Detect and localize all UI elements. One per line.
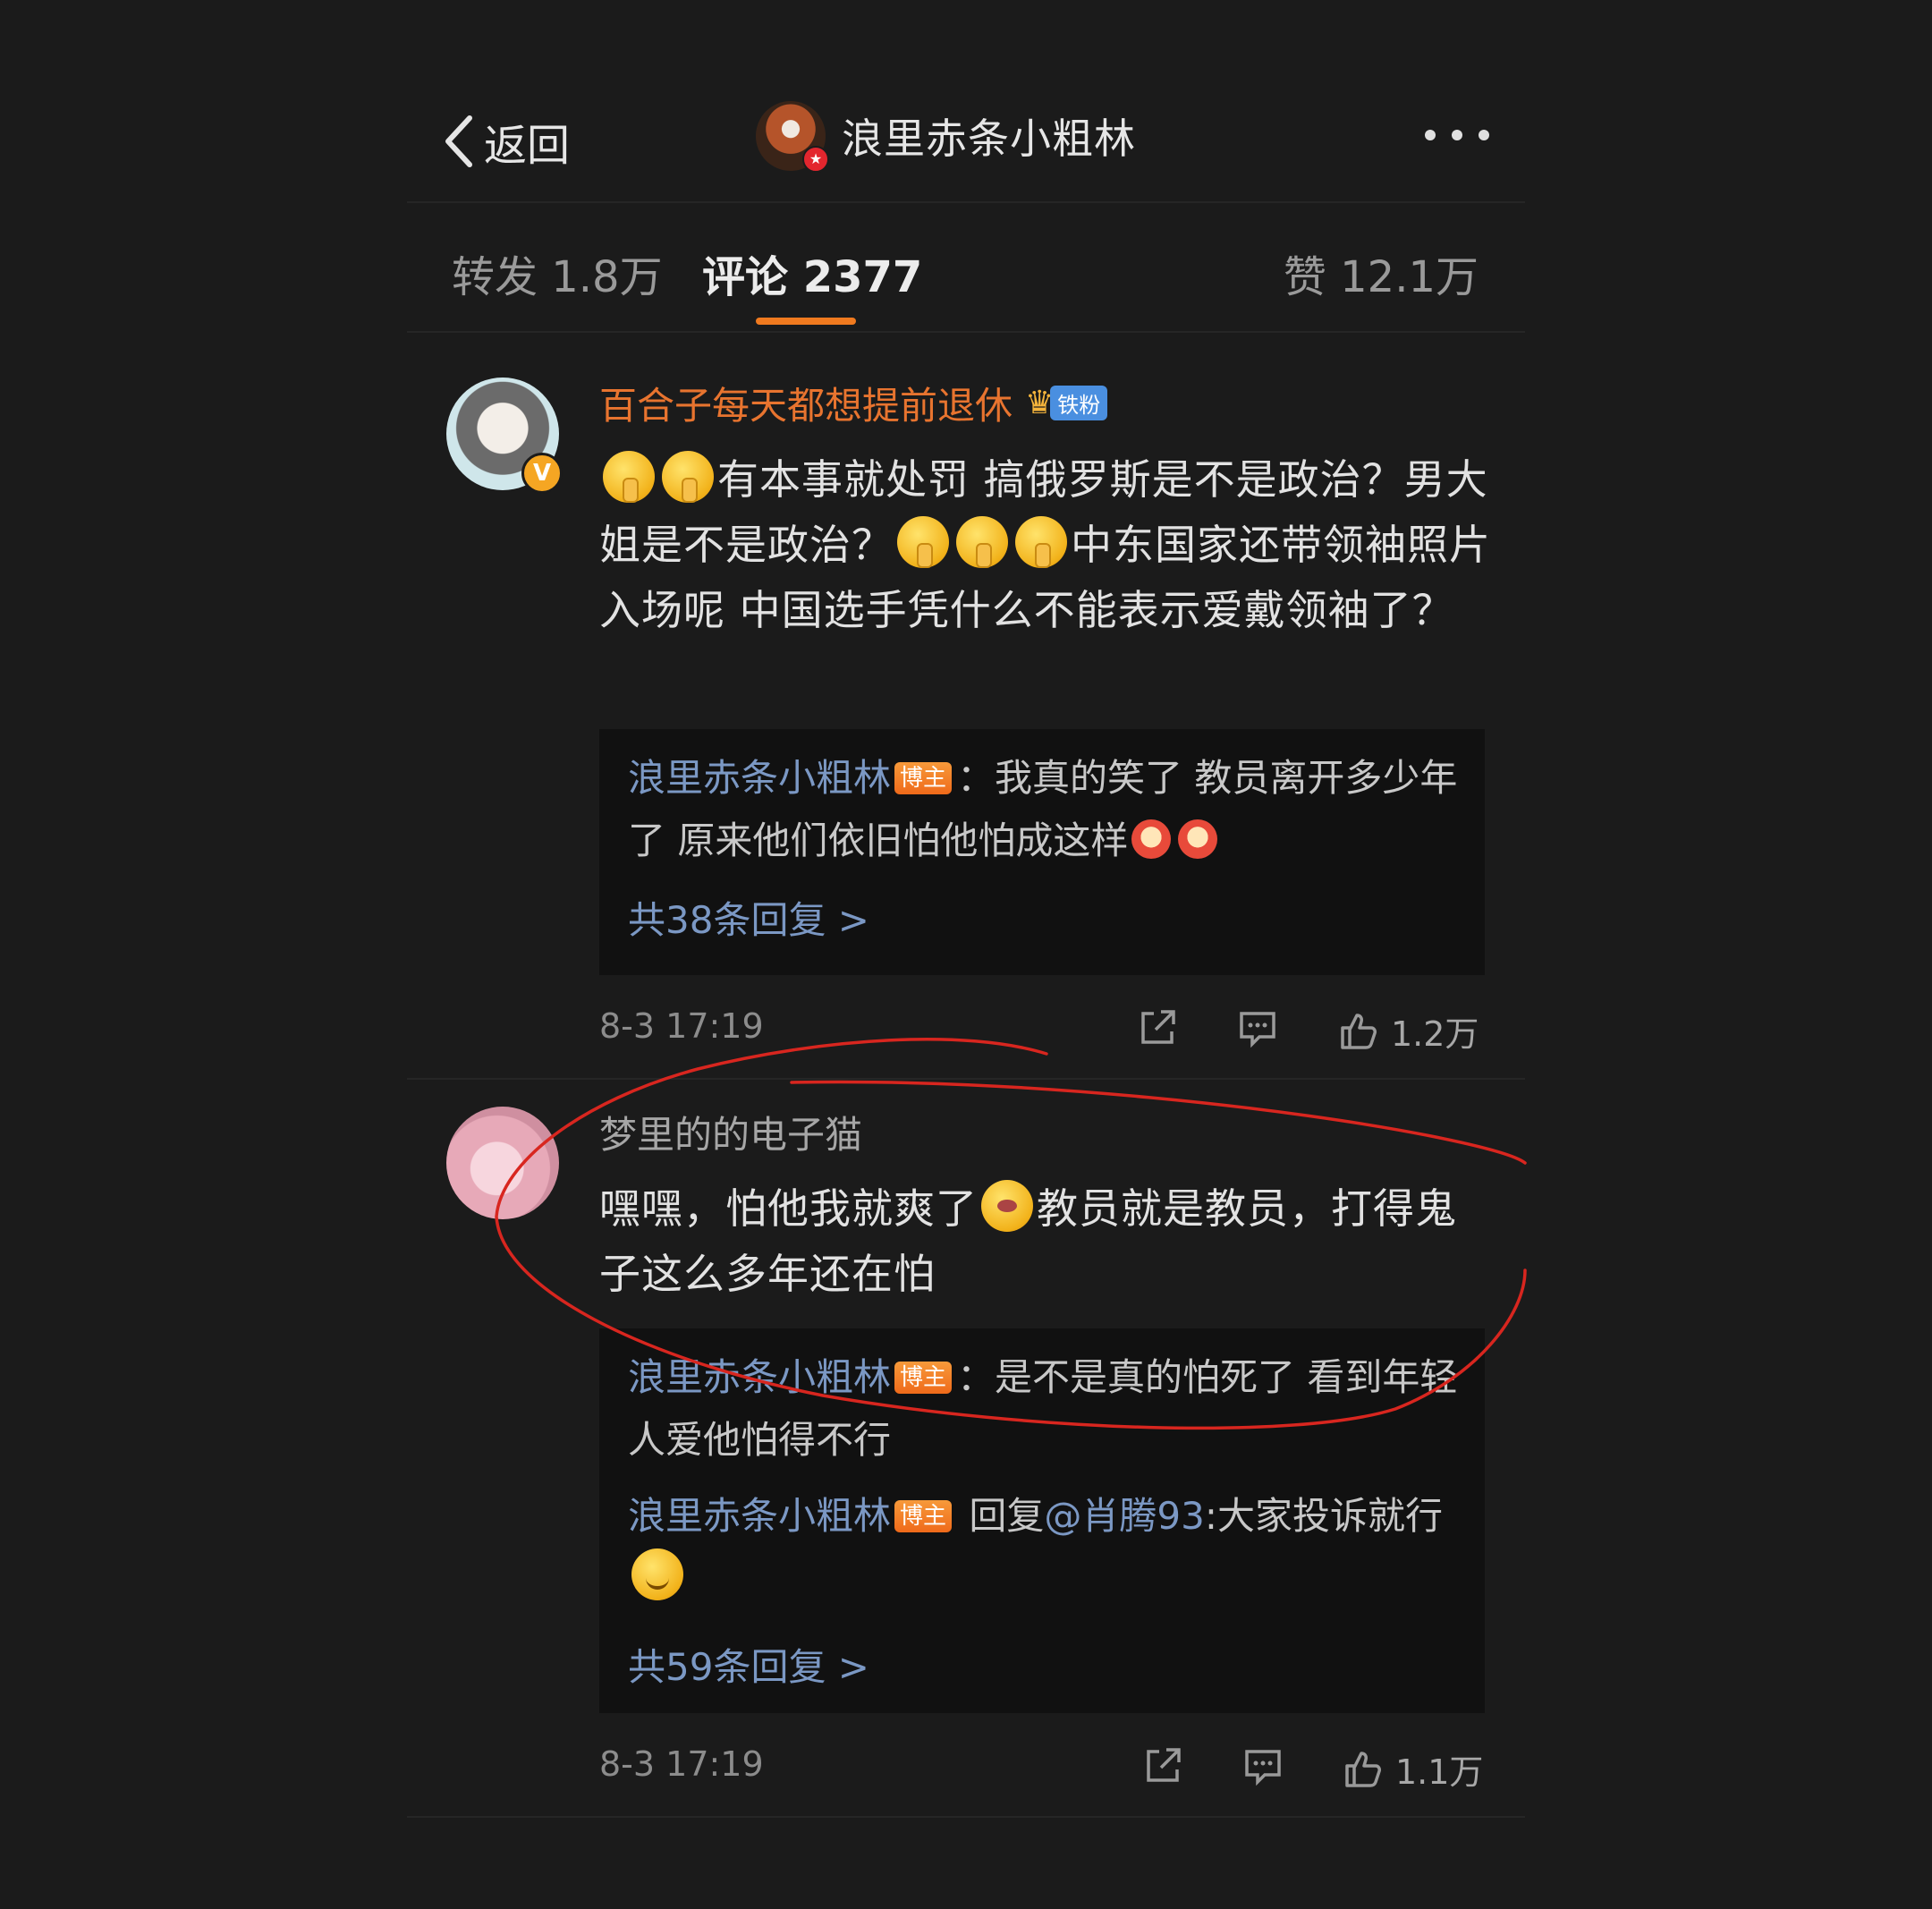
reply-item[interactable]: 浪里赤条小粗林 博主 回复@肖腾93:大家投诉就行 — [628, 1485, 1460, 1610]
comment-icon — [1240, 1012, 1275, 1048]
divider — [407, 1078, 1525, 1080]
comment-username[interactable]: 梦里的的电子猫 — [599, 1105, 862, 1159]
avatar[interactable] — [446, 1107, 559, 1219]
reply-button[interactable] — [1236, 1006, 1279, 1049]
reply-text: :大家投诉就行 — [1204, 1494, 1444, 1538]
mention-link[interactable]: @肖腾93 — [1044, 1494, 1204, 1538]
comment-meta: 8-3 17:19 1.2万 — [599, 1006, 1485, 1060]
comment-meta: 8-3 17:19 1.1万 — [599, 1744, 1485, 1798]
reply-word: 回复 — [969, 1494, 1045, 1538]
tab-repost[interactable]: 转发 1.8万 — [452, 242, 663, 304]
view-more-replies-link[interactable]: 共59条回复 > — [628, 1637, 869, 1692]
more-options-icon[interactable] — [1425, 130, 1489, 140]
comment-time: 8-3 17:19 — [599, 1744, 764, 1784]
comment-text-part: 嘿嘿，怕他我就爽了 — [599, 1184, 978, 1233]
share-icon — [1141, 1010, 1175, 1044]
author-badge: 博主 — [894, 762, 953, 794]
like-count: 1.2万 — [1391, 1014, 1479, 1054]
author-badge: 博主 — [894, 1500, 953, 1532]
verified-icon: V — [521, 453, 563, 494]
chevron-left-icon — [445, 115, 472, 167]
comment-time: 8-3 17:19 — [599, 1006, 764, 1046]
share-button[interactable] — [1141, 1744, 1184, 1787]
shush-emoji-icon — [897, 516, 949, 568]
author-avatar[interactable]: ★ — [756, 101, 829, 173]
tab-likes[interactable]: 赞 12.1万 — [1284, 242, 1479, 304]
like-button[interactable]: 1.1万 — [1342, 1744, 1483, 1794]
username-text: 梦里的的电子猫 — [599, 1113, 863, 1157]
shush-emoji-icon — [603, 451, 655, 503]
view-more-replies-link[interactable]: 共38条回复 > — [628, 890, 869, 945]
doge-emoji-icon — [1131, 819, 1172, 859]
author-badge: 博主 — [894, 1362, 953, 1394]
back-label: 返回 — [484, 121, 571, 171]
comment-icon — [1245, 1750, 1281, 1786]
divider — [407, 1816, 1525, 1818]
fan-badge: ♛ 铁粉 — [1025, 385, 1108, 421]
comment-username[interactable]: 百合子每天都想提前退休 ♛ 铁粉 — [599, 376, 1108, 430]
reply-item[interactable]: 浪里赤条小粗林 博主 ：我真的笑了 教员离开多少年了 原来他们依旧怕他怕成这样 — [628, 747, 1460, 872]
page-title: 浪里赤条小粗林 — [842, 115, 1136, 163]
weibo-comments-screen: 返回 ★ 浪里赤条小粗林 转发 1.8万 评论 2377 赞 12.1万 V 百… — [407, 0, 1525, 1909]
reply-author[interactable]: 浪里赤条小粗林 — [628, 756, 891, 800]
thumbs-up-icon — [1341, 1013, 1377, 1049]
pleading-emoji-icon — [981, 1180, 1033, 1232]
post-author[interactable]: ★ 浪里赤条小粗林 — [756, 101, 1136, 173]
smile-emoji-icon — [631, 1548, 683, 1600]
reply-author[interactable]: 浪里赤条小粗林 — [628, 1494, 891, 1538]
shush-emoji-icon — [956, 516, 1008, 568]
reply-box[interactable]: 浪里赤条小粗林 博主 ：是不是真的怕死了 看到年轻人爱他怕得不行 浪里赤条小粗林 博主… — [599, 1328, 1485, 1713]
thumbs-up-icon — [1345, 1751, 1381, 1787]
back-button[interactable]: 返回 — [441, 110, 570, 173]
shush-emoji-icon — [662, 451, 714, 503]
tab-bar: 转发 1.8万 评论 2377 赞 12.1万 — [407, 201, 1525, 333]
share-button[interactable] — [1136, 1006, 1179, 1049]
reply-item[interactable]: 浪里赤条小粗林 博主 ：是不是真的怕死了 看到年轻人爱他怕得不行 — [628, 1346, 1460, 1472]
active-tab-indicator — [756, 318, 856, 325]
doge-emoji-icon — [1178, 819, 1218, 859]
like-count: 1.1万 — [1395, 1752, 1484, 1792]
comment-text: 有本事就处罚 搞俄罗斯是不是政治？男大姐是不是政治？ 中东国家还带领袖照片入场呢 … — [599, 447, 1494, 643]
reply-box[interactable]: 浪里赤条小粗林 博主 ：我真的笑了 教员离开多少年了 原来他们依旧怕他怕成这样 共3… — [599, 729, 1485, 975]
top-nav-bar: 返回 ★ 浪里赤条小粗林 — [407, 85, 1525, 203]
username-text: 百合子每天都想提前退休 — [599, 384, 1013, 428]
shush-emoji-icon — [1015, 516, 1067, 568]
avatar[interactable]: V — [446, 378, 563, 494]
tab-comments[interactable]: 评论 2377 — [702, 242, 922, 304]
share-icon — [1147, 1748, 1181, 1782]
reply-author[interactable]: 浪里赤条小粗林 — [628, 1355, 891, 1399]
fan-badge-label: 铁粉 — [1050, 386, 1108, 420]
comment-text: 嘿嘿，怕他我就爽了 教员就是教员，打得鬼子这么多年还在怕 — [599, 1176, 1494, 1307]
like-button[interactable]: 1.2万 — [1337, 1006, 1479, 1056]
star-badge-icon: ★ — [802, 146, 829, 173]
reply-button[interactable] — [1241, 1744, 1284, 1787]
